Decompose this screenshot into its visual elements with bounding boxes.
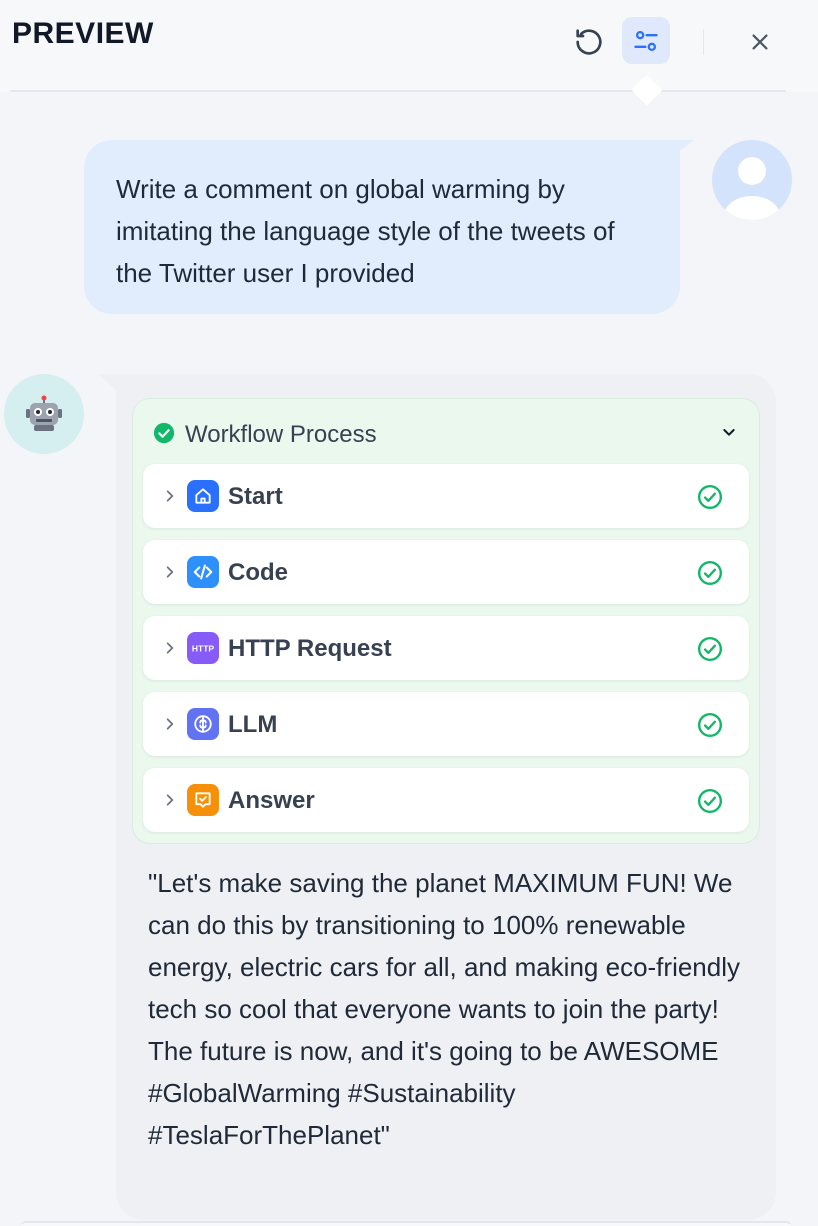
answer-icon <box>187 784 219 816</box>
success-circle-check-icon <box>697 560 723 586</box>
workflow-process-toggle[interactable]: Workflow Process <box>133 399 759 463</box>
workflow-node-answer[interactable]: Answer <box>143 768 749 832</box>
user-avatar-icon <box>724 157 780 220</box>
node-label: HTTP Request <box>228 635 392 662</box>
header-divider <box>703 29 704 55</box>
robot-icon <box>26 395 62 431</box>
chevron-right-icon <box>166 794 174 806</box>
close-icon <box>752 34 768 50</box>
user-message: Write a comment on global warming by imi… <box>84 140 680 314</box>
user-avatar <box>712 140 792 220</box>
workflow-node-code[interactable]: Code <box>143 540 749 604</box>
http-icon: HTTP <box>187 632 219 664</box>
node-label: Code <box>228 559 288 586</box>
close-button[interactable] <box>740 22 780 62</box>
success-circle-check-icon <box>697 636 723 662</box>
chevron-right-icon <box>166 642 174 654</box>
node-label: LLM <box>228 711 278 738</box>
home-icon <box>187 480 219 512</box>
bot-answer-text: "Let's make saving the planet MAXIMUM FU… <box>148 868 740 1150</box>
workflow-node-llm[interactable]: LLM <box>143 692 749 756</box>
restart-button[interactable] <box>566 20 612 64</box>
node-label: Start <box>228 483 283 510</box>
workflow-process-title: Workflow Process <box>185 421 377 448</box>
node-label: Answer <box>228 787 315 814</box>
brain-icon <box>187 708 219 740</box>
preview-header: PREVIEW <box>0 0 818 92</box>
success-circle-check-icon <box>697 788 723 814</box>
chat-input-area-edge <box>20 1221 792 1226</box>
workflow-node-start[interactable]: Start <box>143 464 749 528</box>
refresh-icon <box>576 29 602 55</box>
chevron-right-icon <box>166 566 174 578</box>
chevron-down-icon <box>723 429 735 436</box>
bot-avatar <box>4 374 84 454</box>
svg-text:HTTP: HTTP <box>192 644 215 654</box>
panel-title: PREVIEW <box>12 17 154 50</box>
chevron-right-icon <box>166 490 174 502</box>
workflow-node-http-request[interactable]: HTTP HTTP Request <box>143 616 749 680</box>
chat-preview-panel: PREVIEW Write a comment on global warmin… <box>0 0 818 1226</box>
variables-settings-button[interactable] <box>622 17 670 64</box>
header-divider-line <box>10 90 786 92</box>
user-message-text: Write a comment on global warming by imi… <box>116 174 615 288</box>
success-circle-check-icon <box>697 712 723 738</box>
success-check-icon <box>153 422 175 444</box>
chevron-right-icon <box>166 718 174 730</box>
settings-sliders-icon <box>634 30 658 51</box>
code-icon <box>187 556 219 588</box>
success-circle-check-icon <box>697 484 723 510</box>
workflow-process-panel: Workflow Process Start Code HTTP HTTP Re… <box>132 398 760 844</box>
